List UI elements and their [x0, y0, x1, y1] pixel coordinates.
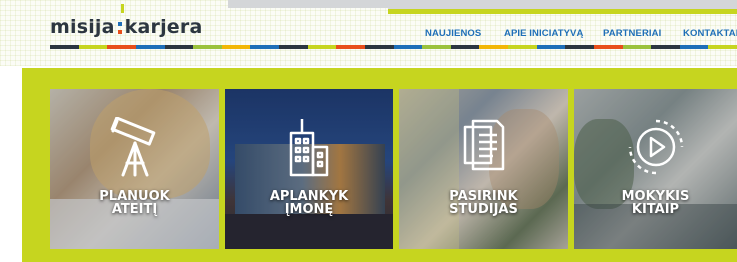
- tile-label: APLANKYK ĮMONĘ: [269, 189, 349, 217]
- tile-planuok-ateiti[interactable]: PLANUOK ATEITĮ: [50, 89, 219, 249]
- tile-label: MOKYKIS KITAIP: [621, 189, 690, 217]
- tile-label: PASIRINK STUDIJAS: [449, 189, 518, 217]
- tile-pasirink-studijas[interactable]: PASIRINK STUDIJAS: [399, 89, 568, 249]
- logo-word-karjera: karjera: [124, 16, 203, 38]
- logo-accent-mark: [121, 4, 124, 13]
- nav-partneriai[interactable]: PARTNERIAI: [603, 28, 661, 39]
- header-color-stripe: [50, 45, 737, 49]
- tile-aplankyk-imone[interactable]: APLANKYK ĮMONĘ: [225, 89, 393, 249]
- site-header: misija karjera NAUJIENOS APIE INICIATYVĄ…: [0, 0, 737, 66]
- top-gray-bar: [228, 0, 388, 8]
- building-icon: [289, 119, 329, 177]
- nav-apie-iniciatyva[interactable]: APIE INICIATYVĄ: [504, 28, 583, 39]
- top-gray-bar-right: [388, 0, 737, 9]
- tile-label: PLANUOK ATEITĮ: [99, 189, 170, 217]
- documents-icon: [463, 119, 504, 171]
- logo-colon: [117, 22, 122, 34]
- nav-naujienos[interactable]: NAUJIENOS: [425, 28, 481, 39]
- nav-kontaktai[interactable]: KONTAKTAI: [683, 28, 737, 39]
- site-logo[interactable]: misija karjera: [50, 4, 203, 42]
- top-lime-bar: [388, 9, 737, 14]
- telescope-icon: [110, 117, 155, 177]
- logo-word-misija: misija: [50, 16, 115, 38]
- tile-mokykis-kitaip[interactable]: MOKYKIS KITAIP: [574, 89, 737, 249]
- play-video-icon: [628, 119, 683, 175]
